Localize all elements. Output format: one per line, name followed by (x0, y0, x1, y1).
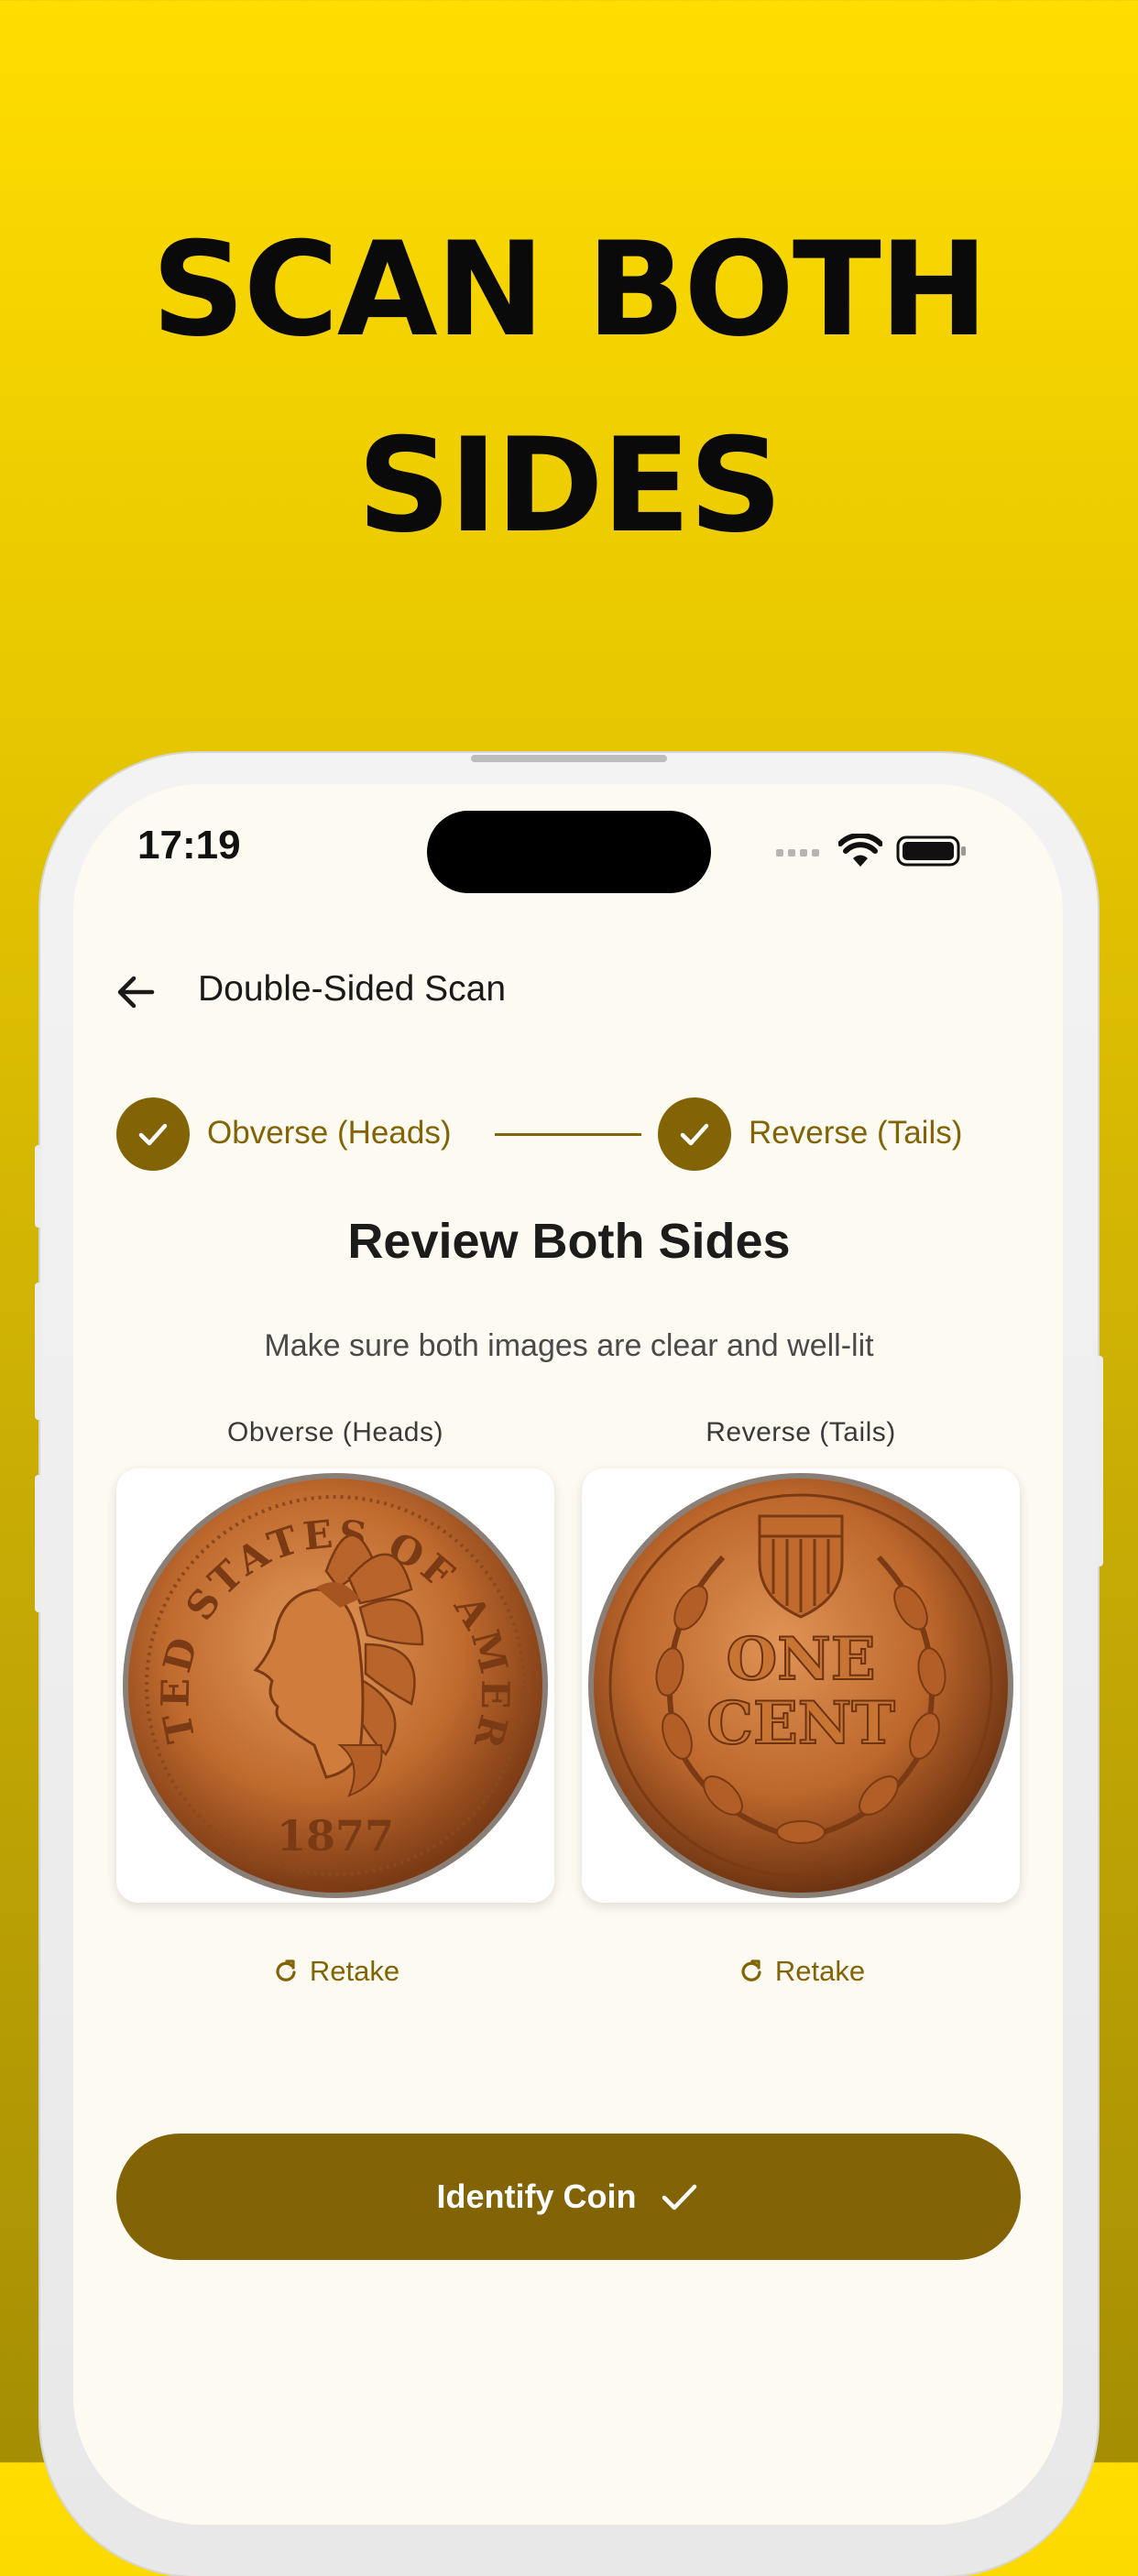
headline-line-1: SCAN BOTH (151, 214, 988, 366)
step-reverse-label: Reverse (Tails) (749, 1115, 963, 1151)
dynamic-island (427, 811, 711, 893)
reverse-coin-image: ONE CENT (588, 1473, 1013, 1898)
headline-line-2: SIDES (356, 410, 782, 562)
marketing-headline: SCAN BOTH SIDES (0, 192, 1138, 584)
refresh-icon (276, 1959, 296, 1981)
step-connector (495, 1133, 641, 1136)
step-obverse-indicator (116, 1097, 190, 1171)
step-reverse-indicator (658, 1097, 731, 1171)
obverse-image-label: Obverse (Heads) (227, 1417, 443, 1447)
obverse-coin-image: UNITED STATES OF AMERICA 1877 (120, 1470, 548, 1898)
coin-year: 1877 (277, 1811, 394, 1861)
reverse-image-label: Reverse (Tails) (706, 1417, 896, 1447)
review-title: Review Both Sides (347, 1214, 791, 1269)
screen-title: Double-Sided Scan (198, 969, 507, 1009)
check-icon (138, 1123, 168, 1146)
phone-side-button (35, 1475, 42, 1612)
review-subtitle: Make sure both images are clear and well… (264, 1328, 874, 1363)
phone-speaker (471, 755, 667, 762)
retake-label: Retake (774, 1955, 866, 1987)
identify-coin-button[interactable]: Identify Coin (116, 2134, 1021, 2260)
obverse-image-card[interactable]: UNITED STATES OF AMERICA 1877 (116, 1468, 554, 1903)
coin-text-cent: CENT (706, 1689, 895, 1758)
phone-side-button (1096, 1356, 1103, 1566)
retake-label: Retake (309, 1955, 400, 1987)
refresh-icon (741, 1959, 761, 1981)
identify-coin-label: Identify Coin (436, 2178, 637, 2215)
wifi-icon (838, 834, 882, 867)
reverse-image-card[interactable]: ONE CENT (582, 1468, 1020, 1903)
back-button[interactable] (110, 966, 161, 1018)
retake-reverse-button[interactable]: Retake (582, 1955, 1020, 1988)
check-icon (680, 1123, 709, 1146)
coin-text-one: ONE (726, 1625, 875, 1694)
battery-icon (896, 835, 966, 867)
retake-obverse-button[interactable]: Retake (116, 1955, 554, 1988)
status-time: 17:19 (137, 823, 241, 868)
signal-icon (776, 849, 819, 857)
arrow-left-icon (117, 976, 155, 1009)
step-obverse-label: Obverse (Heads) (207, 1115, 452, 1151)
status-icons (774, 829, 968, 873)
check-icon (662, 2184, 696, 2210)
